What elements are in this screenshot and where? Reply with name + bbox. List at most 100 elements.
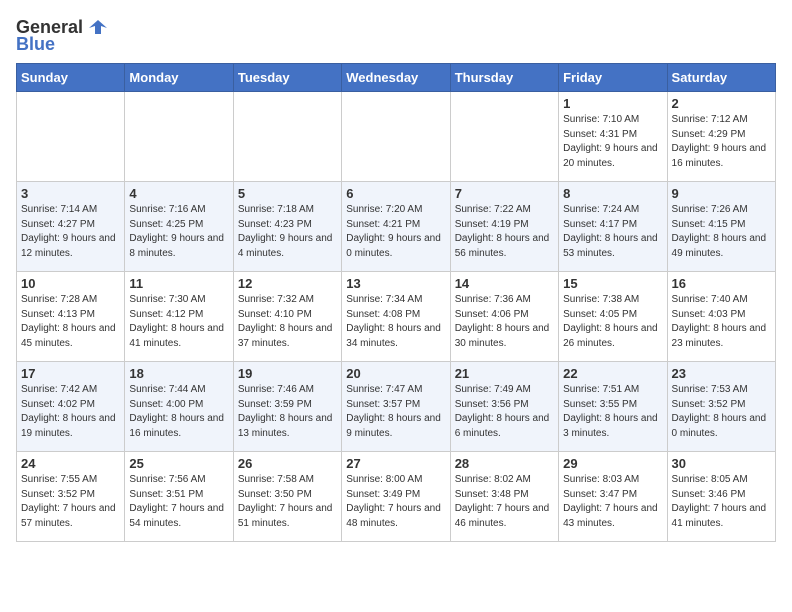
day-number: 21 (455, 366, 554, 381)
day-number: 12 (238, 276, 337, 291)
calendar-cell: 26 Sunrise: 7:58 AM Sunset: 3:50 PM Dayli… (233, 452, 341, 542)
calendar-week-row: 1 Sunrise: 7:10 AM Sunset: 4:31 PM Daylig… (17, 92, 776, 182)
day-number: 1 (563, 96, 662, 111)
day-info: Sunrise: 7:42 AM Sunset: 4:02 PM Dayligh… (21, 383, 120, 441)
calendar-table: SundayMondayTuesdayWednesdayThursdayFrid… (16, 63, 776, 542)
day-number: 16 (672, 276, 771, 291)
calendar-cell: 7Sunrise: 7:22 AM Sunset: 4:19 PM Daylig… (450, 182, 558, 272)
calendar-week-row: 10 Sunrise: 7:28 AM Sunset: 4:13 PM Dayli… (17, 272, 776, 362)
day-info: Sunrise: 7:36 AM Sunset: 4:06 PM Dayligh… (455, 293, 554, 351)
calendar-cell (125, 92, 233, 182)
calendar-cell: 1 Sunrise: 7:10 AM Sunset: 4:31 PM Daylig… (559, 92, 667, 182)
calendar-cell (17, 92, 125, 182)
calendar-cell: 16 Sunrise: 7:40 AM Sunset: 4:03 PM Dayli… (667, 272, 775, 362)
calendar-cell: 3 Sunrise: 7:14 AM Sunset: 4:27 PM Daylig… (17, 182, 125, 272)
day-info: Sunrise: 7:28 AM Sunset: 4:13 PM Dayligh… (21, 293, 120, 351)
day-info: Sunrise: 7:16 AM Sunset: 4:25 PM Dayligh… (129, 203, 228, 261)
day-number: 6 (346, 186, 445, 201)
day-number: 29 (563, 456, 662, 471)
calendar-header-friday: Friday (559, 64, 667, 92)
day-number: 15 (563, 276, 662, 291)
calendar-cell: 22 Sunrise: 7:51 AM Sunset: 3:55 PM Dayli… (559, 362, 667, 452)
calendar-cell: 8 Sunrise: 7:24 AM Sunset: 4:17 PM Daylig… (559, 182, 667, 272)
calendar-cell: 23 Sunrise: 7:53 AM Sunset: 3:52 PM Dayli… (667, 362, 775, 452)
day-number: 28 (455, 456, 554, 471)
calendar-cell: 30 Sunrise: 8:05 AM Sunset: 3:46 PM Dayli… (667, 452, 775, 542)
day-info: Sunrise: 7:56 AM Sunset: 3:51 PM Dayligh… (129, 473, 228, 531)
calendar-cell: 9Sunrise: 7:26 AM Sunset: 4:15 PM Daylig… (667, 182, 775, 272)
day-info: Sunrise: 7:47 AM Sunset: 3:57 PM Dayligh… (346, 383, 445, 441)
day-number: 4 (129, 186, 228, 201)
logo-bird-icon (87, 16, 109, 38)
day-info: Sunrise: 7:20 AM Sunset: 4:21 PM Dayligh… (346, 203, 445, 261)
day-info: Sunrise: 7:40 AM Sunset: 4:03 PM Dayligh… (672, 293, 771, 351)
calendar-cell: 4 Sunrise: 7:16 AM Sunset: 4:25 PM Daylig… (125, 182, 233, 272)
calendar-header-row: SundayMondayTuesdayWednesdayThursdayFrid… (17, 64, 776, 92)
calendar-cell: 29 Sunrise: 8:03 AM Sunset: 3:47 PM Dayli… (559, 452, 667, 542)
day-info: Sunrise: 7:55 AM Sunset: 3:52 PM Dayligh… (21, 473, 120, 531)
calendar-cell: 24 Sunrise: 7:55 AM Sunset: 3:52 PM Dayli… (17, 452, 125, 542)
day-number: 17 (21, 366, 120, 381)
day-info: Sunrise: 8:05 AM Sunset: 3:46 PM Dayligh… (672, 473, 771, 531)
calendar-cell: 15 Sunrise: 7:38 AM Sunset: 4:05 PM Dayli… (559, 272, 667, 362)
day-number: 14 (455, 276, 554, 291)
calendar-header-saturday: Saturday (667, 64, 775, 92)
day-info: Sunrise: 7:10 AM Sunset: 4:31 PM Dayligh… (563, 113, 662, 171)
day-info: Sunrise: 7:53 AM Sunset: 3:52 PM Dayligh… (672, 383, 771, 441)
day-number: 5 (238, 186, 337, 201)
day-number: 11 (129, 276, 228, 291)
day-number: 24 (21, 456, 120, 471)
day-info: Sunrise: 7:34 AM Sunset: 4:08 PM Dayligh… (346, 293, 445, 351)
day-info: Sunrise: 7:49 AM Sunset: 3:56 PM Dayligh… (455, 383, 554, 441)
day-number: 19 (238, 366, 337, 381)
day-number: 13 (346, 276, 445, 291)
day-info: Sunrise: 7:12 AM Sunset: 4:29 PM Dayligh… (672, 113, 771, 171)
day-number: 8 (563, 186, 662, 201)
logo: General Blue (16, 16, 109, 55)
calendar-week-row: 24 Sunrise: 7:55 AM Sunset: 3:52 PM Dayli… (17, 452, 776, 542)
calendar-cell: 11 Sunrise: 7:30 AM Sunset: 4:12 PM Dayli… (125, 272, 233, 362)
day-number: 26 (238, 456, 337, 471)
calendar-cell (342, 92, 450, 182)
day-info: Sunrise: 7:51 AM Sunset: 3:55 PM Dayligh… (563, 383, 662, 441)
day-info: Sunrise: 8:03 AM Sunset: 3:47 PM Dayligh… (563, 473, 662, 531)
calendar-cell: 14 Sunrise: 7:36 AM Sunset: 4:06 PM Dayli… (450, 272, 558, 362)
day-info: Sunrise: 7:58 AM Sunset: 3:50 PM Dayligh… (238, 473, 337, 531)
day-info: Sunrise: 8:02 AM Sunset: 3:48 PM Dayligh… (455, 473, 554, 531)
day-info: Sunrise: 7:14 AM Sunset: 4:27 PM Dayligh… (21, 203, 120, 261)
day-info: Sunrise: 7:38 AM Sunset: 4:05 PM Dayligh… (563, 293, 662, 351)
day-number: 9 (672, 186, 771, 201)
day-number: 7 (455, 186, 554, 201)
day-number: 23 (672, 366, 771, 381)
calendar-cell (233, 92, 341, 182)
header: General Blue (16, 16, 776, 55)
calendar-cell: 2 Sunrise: 7:12 AM Sunset: 4:29 PM Daylig… (667, 92, 775, 182)
calendar-header-thursday: Thursday (450, 64, 558, 92)
calendar-week-row: 17 Sunrise: 7:42 AM Sunset: 4:02 PM Dayli… (17, 362, 776, 452)
day-info: Sunrise: 7:24 AM Sunset: 4:17 PM Dayligh… (563, 203, 662, 261)
calendar-cell: 28 Sunrise: 8:02 AM Sunset: 3:48 PM Dayli… (450, 452, 558, 542)
day-info: Sunrise: 7:46 AM Sunset: 3:59 PM Dayligh… (238, 383, 337, 441)
calendar-header-monday: Monday (125, 64, 233, 92)
calendar-cell: 20 Sunrise: 7:47 AM Sunset: 3:57 PM Dayli… (342, 362, 450, 452)
calendar-cell: 5Sunrise: 7:18 AM Sunset: 4:23 PM Daylig… (233, 182, 341, 272)
day-info: Sunrise: 7:32 AM Sunset: 4:10 PM Dayligh… (238, 293, 337, 351)
day-number: 3 (21, 186, 120, 201)
calendar-cell: 21 Sunrise: 7:49 AM Sunset: 3:56 PM Dayli… (450, 362, 558, 452)
logo-blue-text: Blue (16, 34, 55, 55)
day-info: Sunrise: 7:30 AM Sunset: 4:12 PM Dayligh… (129, 293, 228, 351)
day-number: 30 (672, 456, 771, 471)
day-number: 20 (346, 366, 445, 381)
calendar-cell: 17 Sunrise: 7:42 AM Sunset: 4:02 PM Dayli… (17, 362, 125, 452)
calendar-header-sunday: Sunday (17, 64, 125, 92)
calendar-cell: 10 Sunrise: 7:28 AM Sunset: 4:13 PM Dayli… (17, 272, 125, 362)
calendar-header-wednesday: Wednesday (342, 64, 450, 92)
day-number: 22 (563, 366, 662, 381)
calendar-cell: 6 Sunrise: 7:20 AM Sunset: 4:21 PM Daylig… (342, 182, 450, 272)
day-number: 27 (346, 456, 445, 471)
day-info: Sunrise: 8:00 AM Sunset: 3:49 PM Dayligh… (346, 473, 445, 531)
day-number: 2 (672, 96, 771, 111)
day-number: 18 (129, 366, 228, 381)
calendar-cell: 25Sunrise: 7:56 AM Sunset: 3:51 PM Dayli… (125, 452, 233, 542)
day-number: 10 (21, 276, 120, 291)
